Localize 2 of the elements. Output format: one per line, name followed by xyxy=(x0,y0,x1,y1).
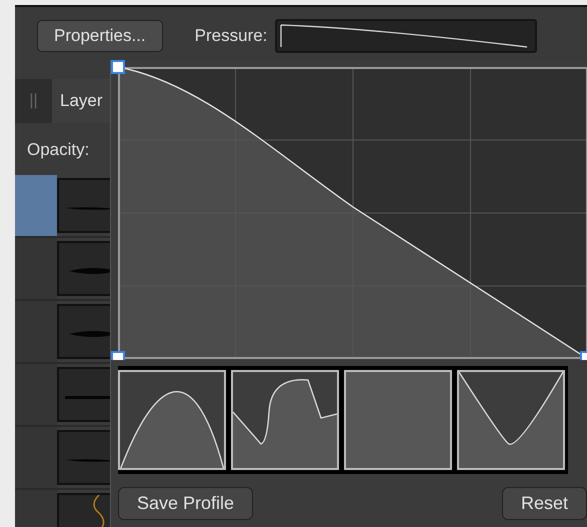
opacity-label: Opacity: xyxy=(27,139,90,161)
pressure-label: Pressure: xyxy=(194,25,268,48)
